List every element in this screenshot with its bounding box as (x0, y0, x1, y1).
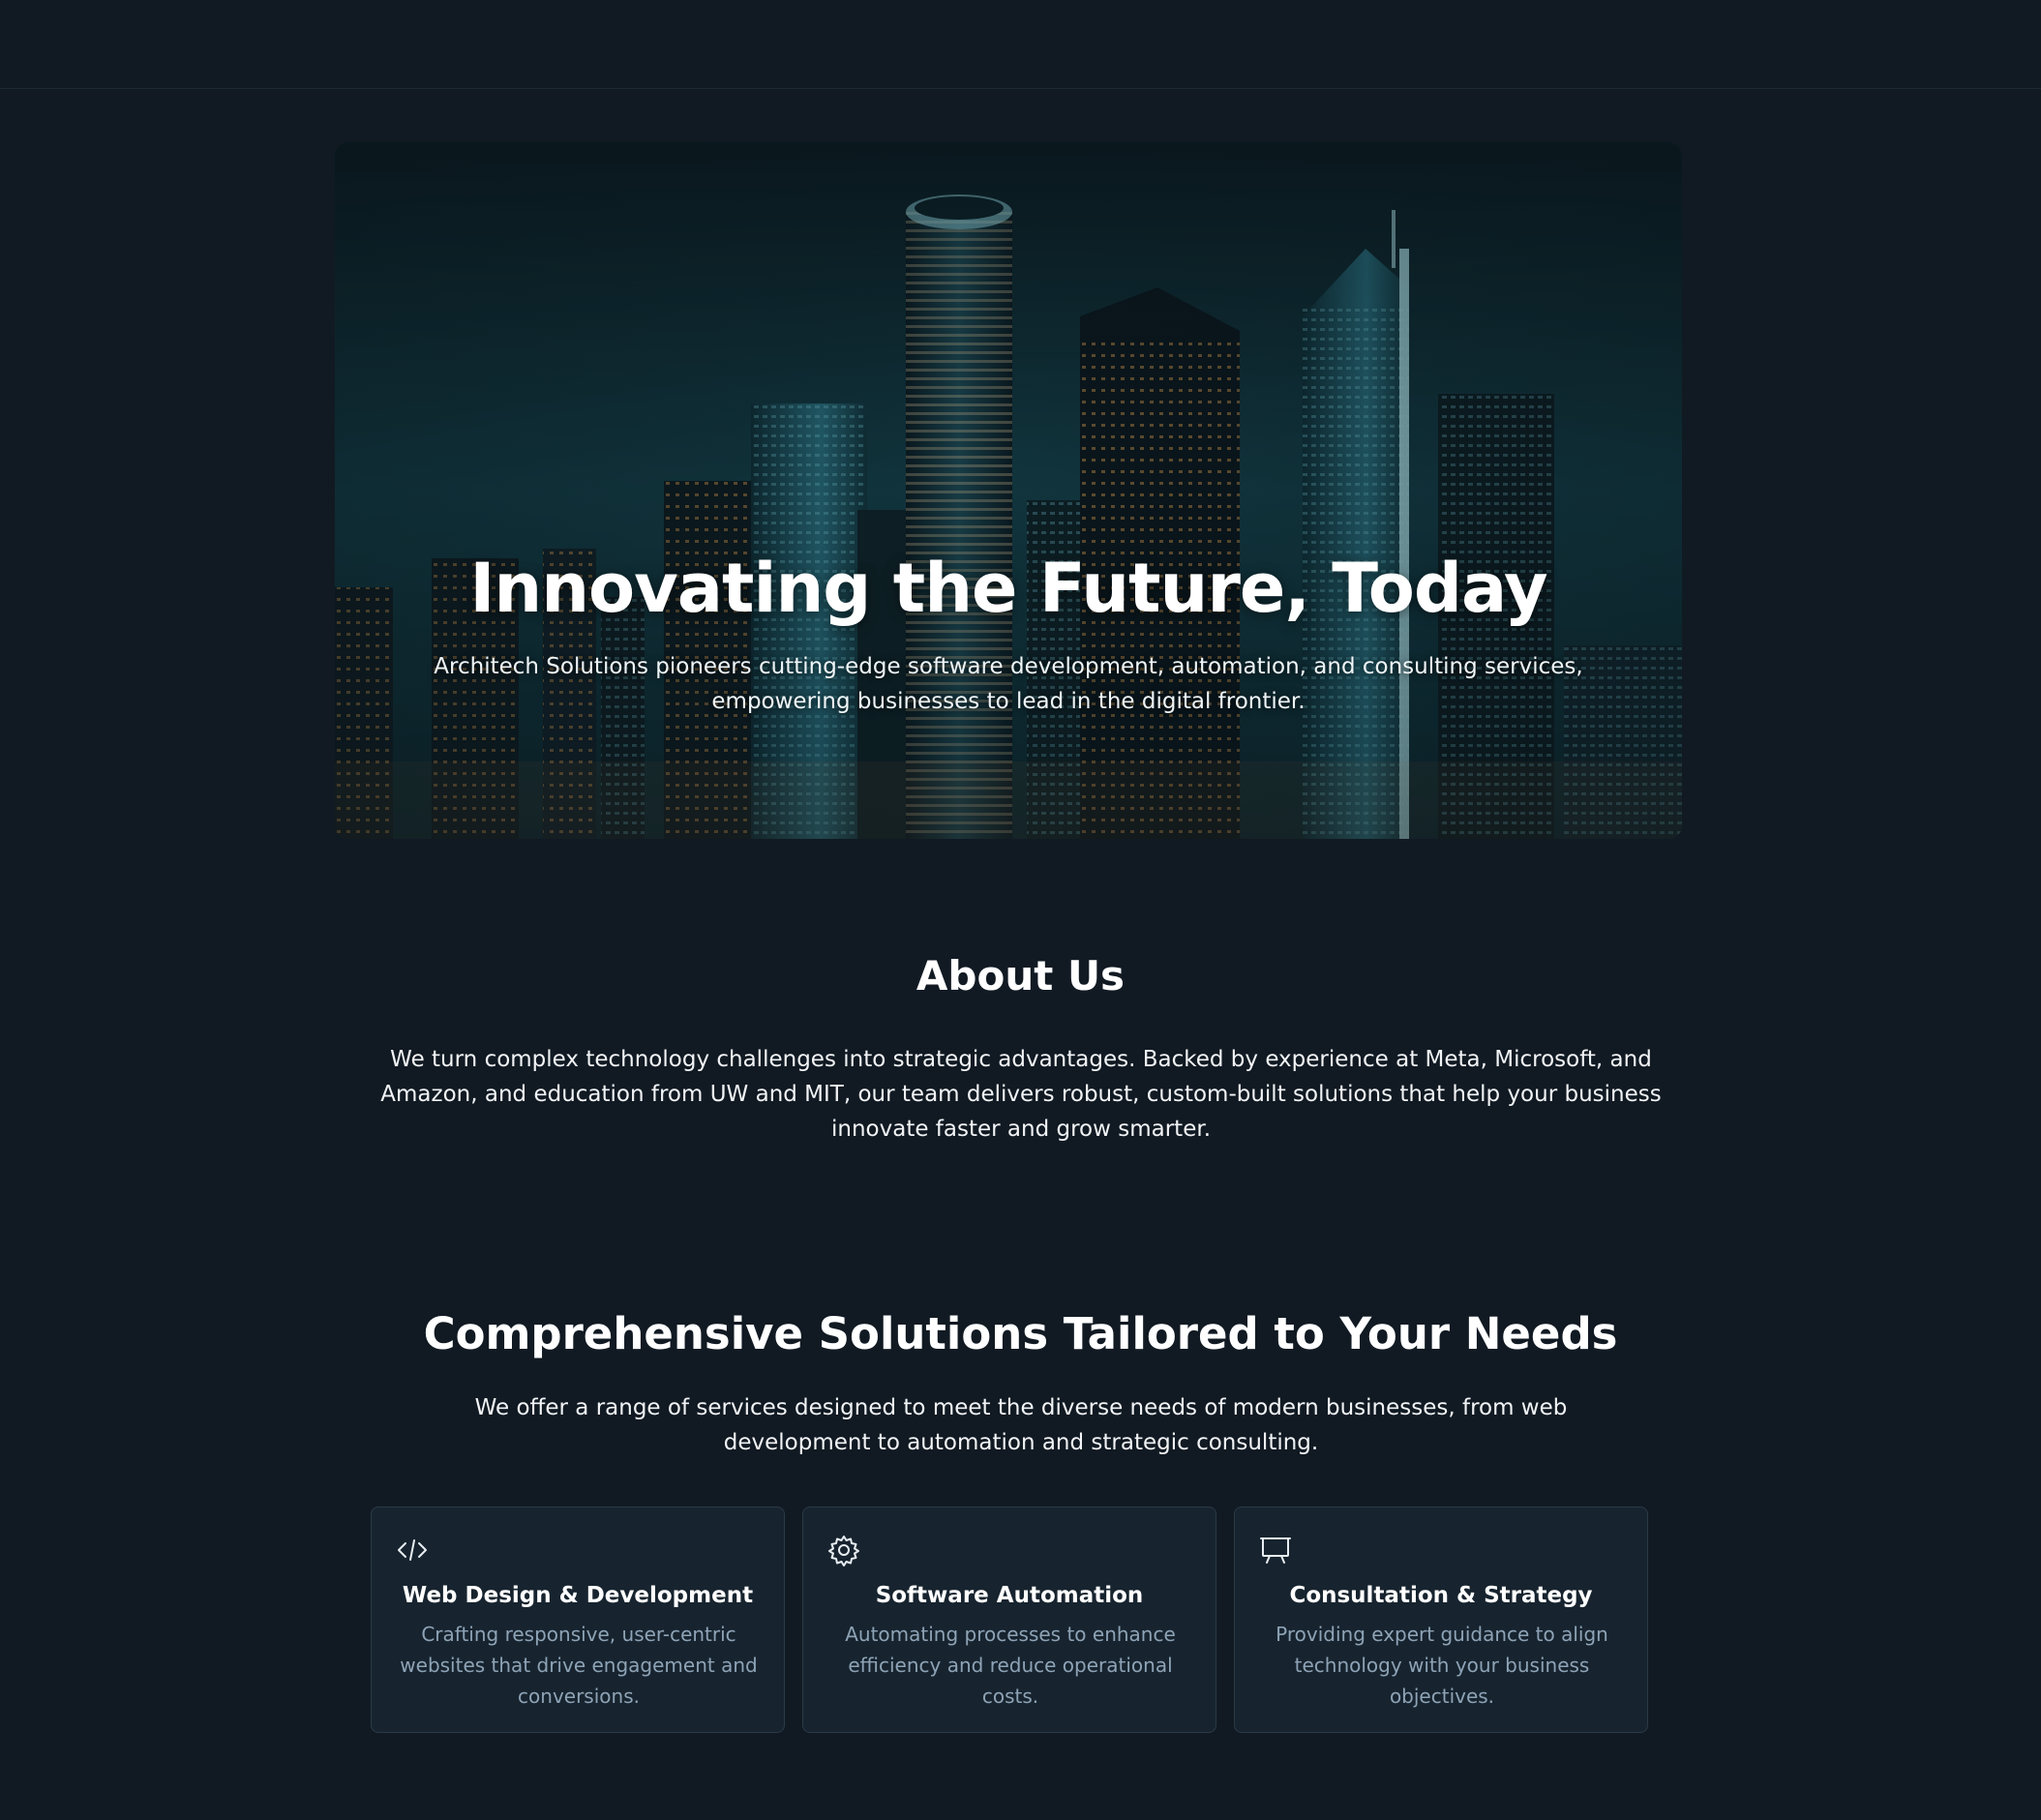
presentation-icon (1258, 1533, 1293, 1567)
top-navigation-bar (0, 0, 2041, 89)
service-card-title: Consultation & Strategy (1289, 1583, 1593, 1608)
hero-subtitle: Architech Solutions pioneers cutting-edg… (434, 654, 1583, 714)
service-card-description: Automating processes to enhance efficien… (845, 1623, 1176, 1708)
hero-overlay (335, 142, 1682, 839)
service-card-title: Software Automation (875, 1583, 1144, 1608)
gear-icon (826, 1533, 861, 1567)
about-title: About Us (915, 952, 1126, 1000)
code-icon (395, 1533, 430, 1567)
service-card-consultation[interactable]: Consultation & Strategy Providing expert… (1234, 1507, 1648, 1733)
about-text: We turn complex technology challenges in… (380, 1047, 1662, 1142)
hero-banner: Innovating the Future, Today Architech S… (335, 142, 1682, 839)
hero-title: Innovating the Future, Today (469, 549, 1547, 628)
service-card-description: Crafting responsive, user-centric websit… (400, 1623, 758, 1708)
services-title: Comprehensive Solutions Tailored to Your… (423, 1308, 1618, 1359)
service-card-title: Web Design & Development (402, 1583, 754, 1608)
service-card-web-design[interactable]: Web Design & Development Crafting respon… (371, 1507, 785, 1733)
services-text: We offer a range of services designed to… (474, 1395, 1568, 1455)
service-card-description: Providing expert guidance to align techn… (1276, 1623, 1608, 1708)
service-card-software-automation[interactable]: Software Automation Automating processes… (802, 1507, 1216, 1733)
